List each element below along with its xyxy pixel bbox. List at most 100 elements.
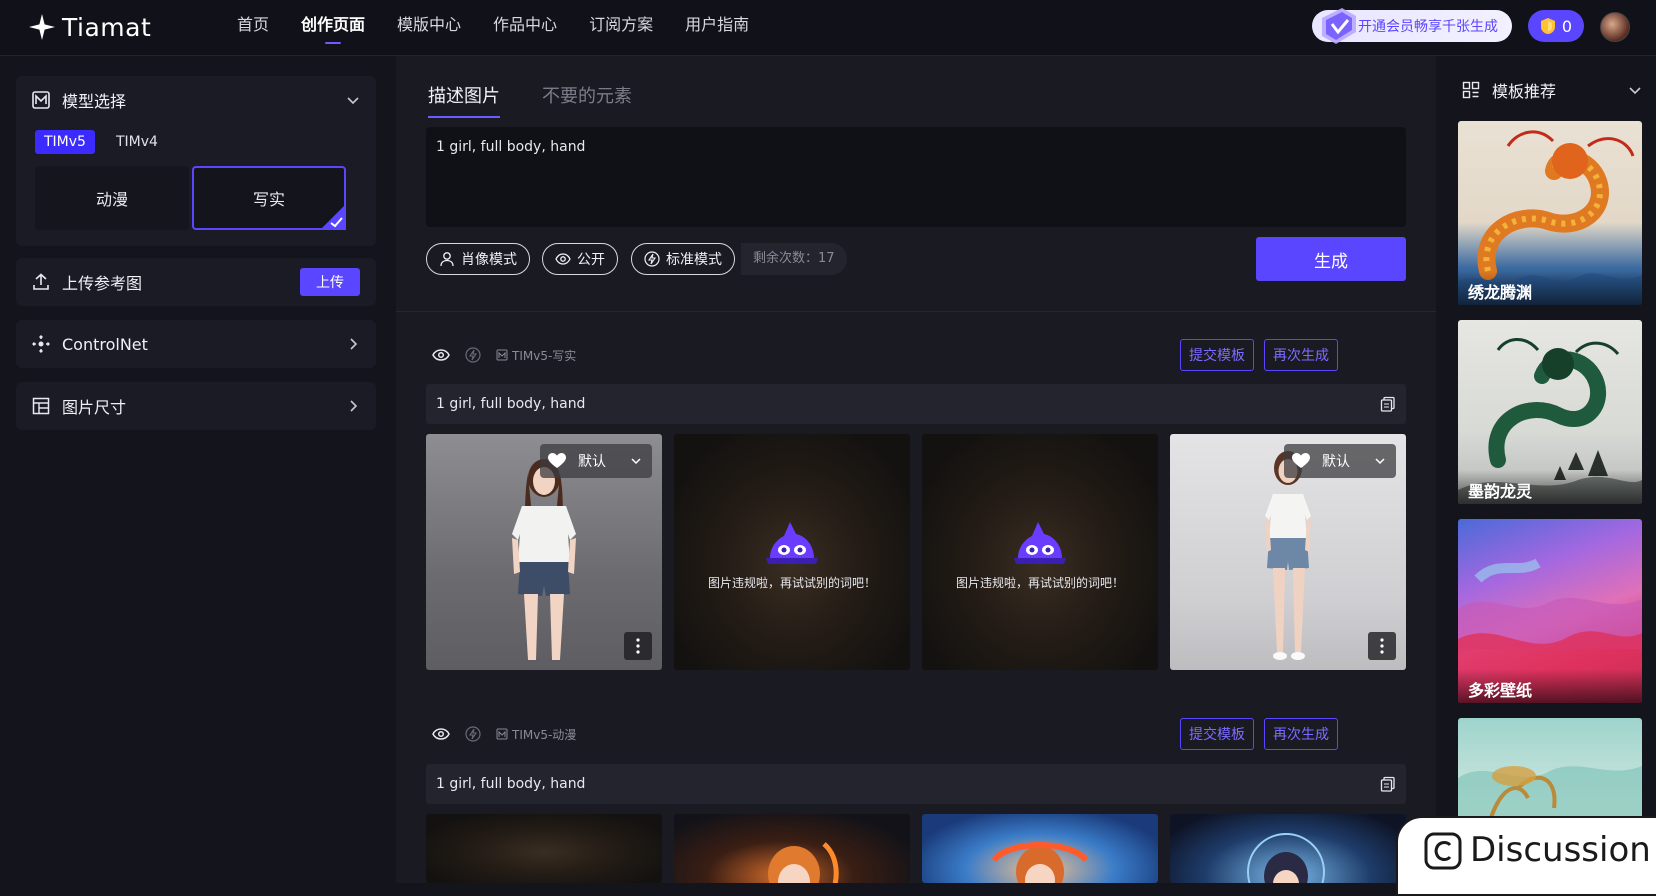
upload-header: 上传参考图 上传: [16, 258, 376, 306]
blocked-text: 图片违规啦，再试试别的词吧！: [707, 576, 876, 590]
tab-timv4[interactable]: TIMv4: [107, 130, 167, 154]
template-card[interactable]: 墨韵龙灵: [1458, 320, 1642, 504]
result-image[interactable]: [674, 814, 910, 883]
more-menu-button[interactable]: [624, 632, 652, 660]
layout-icon: [32, 397, 50, 415]
eye-icon[interactable]: [432, 346, 450, 364]
template-panel-title: 模板推荐: [1492, 82, 1557, 101]
result-image[interactable]: [922, 814, 1158, 883]
user-icon: [440, 252, 454, 267]
chevron-down-icon: [1629, 87, 1641, 95]
left-panel: 模型选择 TIMv5 TIMv4 动漫 写实 上传参考图 上传 ControlN…: [0, 56, 394, 883]
model-version-tabs: TIMv5 TIMv4: [35, 130, 167, 154]
regenerate-button[interactable]: 再次生成: [1264, 718, 1338, 750]
lightning-icon: [644, 251, 660, 267]
nav-works[interactable]: 作品中心: [493, 0, 557, 52]
style-realistic[interactable]: 写实: [192, 166, 346, 230]
image-size-card[interactable]: 图片尺寸: [16, 382, 376, 430]
result-image[interactable]: 默认: [1170, 434, 1406, 670]
template-panel-header[interactable]: 模板推荐: [1462, 76, 1642, 104]
more-menu-button[interactable]: [1368, 632, 1396, 660]
blocked-image: 图片违规啦，再试试别的词吧！: [674, 434, 910, 670]
model-tag: TIMv5-动漫: [496, 726, 576, 743]
chevron-right-icon: [350, 400, 358, 412]
default-dropdown[interactable]: 默认: [540, 444, 652, 478]
style-realistic-label: 写实: [252, 190, 285, 209]
upload-icon: [33, 273, 49, 290]
template-card[interactable]: 绣龙腾渊: [1458, 121, 1642, 305]
controlnet-title: ControlNet: [62, 334, 148, 354]
result-image[interactable]: [1170, 814, 1406, 883]
nav-templates[interactable]: 模版中心: [397, 0, 461, 52]
model-tag-text: TIMv5-写实: [512, 348, 577, 363]
style-anime[interactable]: 动漫: [35, 166, 189, 230]
image-size-title: 图片尺寸: [62, 398, 127, 417]
public-toggle[interactable]: 公开: [542, 243, 618, 275]
copy-icon[interactable]: [1380, 396, 1396, 412]
model-icon: [496, 728, 508, 740]
controlnet-card[interactable]: ControlNet: [16, 320, 376, 368]
vip-banner[interactable]: 开通会员畅享千张生成: [1312, 8, 1512, 44]
main-nav: 首页 创作页面 模版中心 作品中心 订阅方案 用户指南: [237, 0, 749, 52]
blocked-content: 图片违规啦，再试试别的词吧！: [922, 518, 1158, 591]
discussion-logo-icon: [1424, 832, 1462, 870]
default-label: 默认: [578, 454, 606, 470]
check-corner-icon: [320, 204, 346, 230]
generate-button[interactable]: 生成: [1256, 237, 1406, 281]
result-image[interactable]: 默认: [426, 434, 662, 670]
logo[interactable]: Tiamat: [28, 12, 151, 42]
submit-template-button[interactable]: 提交模板: [1180, 718, 1254, 750]
copy-icon[interactable]: [1380, 776, 1396, 792]
template-panel: 模板推荐 绣龙腾渊 墨韵龙灵 多彩壁纸: [1438, 56, 1656, 883]
standard-mode-button[interactable]: 标准模式: [631, 243, 735, 275]
nav-guide[interactable]: 用户指南: [685, 0, 749, 52]
regenerate-button[interactable]: 再次生成: [1264, 339, 1338, 371]
model-tag: TIMv5-写实: [496, 347, 576, 364]
chevron-down-icon: [1375, 458, 1385, 465]
tab-describe[interactable]: 描述图片: [428, 82, 500, 118]
vip-badge-icon: [1322, 8, 1356, 44]
upload-card: 上传参考图 上传: [16, 258, 376, 306]
logo-text: Tiamat: [62, 12, 152, 42]
tab-timv5[interactable]: TIMv5: [35, 130, 95, 154]
model-icon: [496, 349, 508, 361]
blocked-mascot-icon: [1014, 522, 1066, 564]
heart-icon[interactable]: [548, 453, 566, 469]
template-card[interactable]: 多彩壁纸: [1458, 519, 1642, 703]
portrait-mode-button[interactable]: 肖像模式: [426, 243, 530, 275]
coin-balance[interactable]: 0: [1528, 10, 1584, 42]
nav-create[interactable]: 创作页面: [301, 0, 365, 52]
coin-count: 0: [1561, 16, 1573, 36]
nav-home[interactable]: 首页: [237, 0, 269, 52]
result-prompt-text: 1 girl, full body, hand: [436, 776, 586, 792]
public-label: 公开: [577, 252, 605, 268]
anime-figure: [768, 842, 839, 883]
heart-icon[interactable]: [1292, 453, 1310, 469]
grid-icon: [1462, 81, 1480, 99]
template-label: 绣龙腾渊: [1458, 271, 1642, 305]
controlnet-header: ControlNet: [16, 320, 376, 368]
sparkle-icon: [29, 14, 55, 40]
result-header: TIMv5-动漫: [432, 718, 576, 750]
upload-button[interactable]: 上传: [300, 268, 360, 296]
prompt-input[interactable]: 1 girl, full body, hand: [426, 127, 1406, 227]
default-dropdown[interactable]: 默认: [1284, 444, 1396, 478]
submit-template-button[interactable]: 提交模板: [1180, 339, 1254, 371]
result-prompt-text: 1 girl, full body, hand: [436, 396, 586, 412]
lightning-icon: [465, 726, 481, 742]
nav-subscription[interactable]: 订阅方案: [589, 0, 653, 52]
discussion-button[interactable]: Discussion: [1396, 816, 1656, 896]
model-select-card: 模型选择 TIMv5 TIMv4 动漫 写实: [16, 76, 376, 246]
eye-icon[interactable]: [432, 725, 450, 743]
model-select-header[interactable]: 模型选择: [16, 76, 376, 124]
more-vertical-icon: [1380, 638, 1384, 654]
shield-coin-icon: [1540, 18, 1555, 34]
standard-mode-label: 标准模式: [666, 252, 722, 268]
tab-negative[interactable]: 不要的元素: [542, 82, 632, 118]
eye-icon: [555, 253, 571, 265]
chevron-down-icon: [347, 97, 359, 105]
avatar[interactable]: [1600, 12, 1630, 42]
controlnet-icon: [32, 335, 50, 353]
blocked-text: 图片违规啦，再试试别的词吧！: [955, 576, 1124, 590]
upload-title: 上传参考图: [62, 274, 143, 293]
